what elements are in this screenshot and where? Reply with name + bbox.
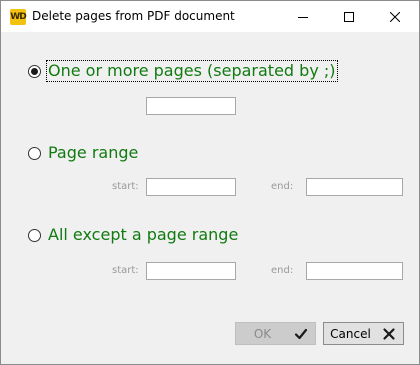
option-one-or-more-label[interactable]: One or more pages (separated by ;) <box>46 60 338 82</box>
minimize-icon <box>298 16 308 18</box>
except-end-input[interactable] <box>306 262 403 280</box>
range-end-label: end: <box>271 181 294 192</box>
radio-page-range[interactable] <box>28 146 41 160</box>
ok-button-label: OK <box>253 326 272 341</box>
radio-all-except-range[interactable] <box>28 228 41 242</box>
option-all-except-label[interactable]: All except a page range <box>47 225 239 245</box>
cancel-button[interactable]: Cancel <box>323 322 404 345</box>
checkmark-icon <box>294 328 308 340</box>
except-start-input[interactable] <box>146 262 236 280</box>
option-all-except-range[interactable]: All except a page range <box>28 225 239 245</box>
range-start-label: start: <box>112 181 139 192</box>
close-icon <box>390 11 400 22</box>
ok-button[interactable]: OK <box>235 322 316 345</box>
window-title: Delete pages from PDF document <box>32 9 235 23</box>
except-start-label: start: <box>112 265 139 276</box>
option-one-or-more-pages[interactable]: One or more pages (separated by ;) <box>28 60 338 82</box>
radio-one-or-more-pages[interactable] <box>28 64 41 78</box>
app-logo-icon: WD <box>10 9 27 25</box>
maximize-icon <box>344 11 354 22</box>
option-page-range-label[interactable]: Page range <box>47 143 139 163</box>
option-page-range[interactable]: Page range <box>28 143 139 163</box>
minimize-button[interactable] <box>280 1 326 32</box>
dialog-window: WD Delete pages from PDF document One or… <box>0 0 420 365</box>
except-end-label: end: <box>271 265 294 276</box>
cancel-button-label: Cancel <box>330 326 371 341</box>
close-button[interactable] <box>372 1 418 32</box>
x-icon <box>383 328 395 340</box>
pages-input[interactable] <box>146 97 236 115</box>
title-bar[interactable]: WD Delete pages from PDF document <box>1 1 419 32</box>
range-start-input[interactable] <box>146 178 236 196</box>
maximize-button[interactable] <box>326 1 372 32</box>
range-end-input[interactable] <box>306 178 403 196</box>
